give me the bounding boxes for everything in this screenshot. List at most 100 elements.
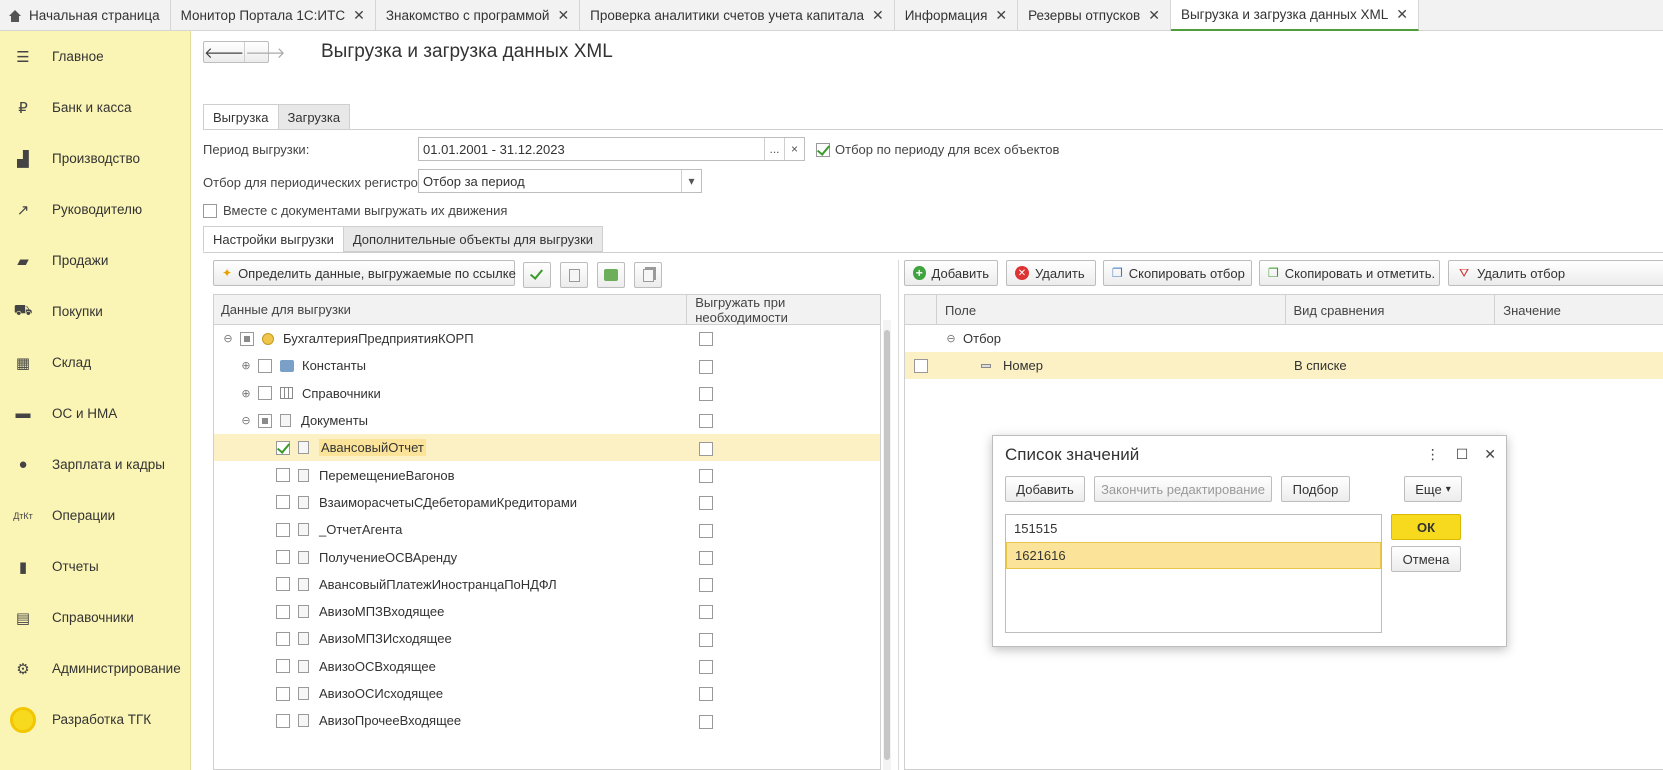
close-icon[interactable]: ✕: [872, 7, 884, 24]
sidebar-item-purchases[interactable]: ⛟ Покупки: [0, 286, 190, 337]
expand-icon[interactable]: ⊕: [240, 359, 252, 372]
check-selected-button[interactable]: [597, 262, 625, 288]
tab-its-monitor[interactable]: Монитор Портала 1С:ИТС ✕: [171, 0, 376, 31]
tab-capital-check[interactable]: Проверка аналитики счетов учета капитала…: [580, 0, 895, 31]
export-if-needed-checkbox[interactable]: [699, 578, 713, 593]
expand-icon[interactable]: ⊕: [240, 387, 252, 400]
table-row[interactable]: ⊖ Документы: [214, 407, 880, 434]
table-row[interactable]: АвансовыйОтчет: [214, 434, 880, 462]
export-if-needed-checkbox[interactable]: [699, 550, 713, 565]
row-checkbox[interactable]: [276, 604, 290, 619]
export-if-needed-checkbox[interactable]: [699, 332, 713, 347]
close-icon[interactable]: ✕: [557, 7, 569, 24]
finish-editing-button[interactable]: Закончить редактирование: [1094, 476, 1272, 502]
filter-row[interactable]: Номер В списке: [905, 352, 1663, 379]
period-all-checkbox[interactable]: Отбор по периоду для всех объектов: [816, 142, 1059, 157]
table-row[interactable]: _ОтчетАгента: [214, 516, 880, 543]
sidebar-item-main[interactable]: ☰ Главное: [0, 31, 190, 82]
back-arrow-icon[interactable]: 🡐: [204, 42, 244, 62]
close-icon[interactable]: ✕: [1396, 6, 1408, 23]
sidebar-item-production[interactable]: ▟ Производство: [0, 133, 190, 184]
row-checkbox[interactable]: [276, 631, 290, 646]
export-if-needed-checkbox[interactable]: [699, 659, 713, 674]
tab-export-settings[interactable]: Настройки выгрузки: [203, 226, 344, 252]
list-item[interactable]: 151515: [1006, 515, 1381, 542]
add-filter-button[interactable]: + Добавить: [904, 260, 998, 286]
clear-icon[interactable]: ×: [784, 138, 804, 160]
row-checkbox[interactable]: [276, 713, 290, 728]
forward-arrow-icon[interactable]: 🡒: [244, 42, 285, 62]
export-if-needed-checkbox[interactable]: [699, 523, 713, 538]
filter-group-row[interactable]: ⊖ Отбор: [905, 325, 1663, 352]
table-row[interactable]: ВзаиморасчетыСДебеторамиКредиторами: [214, 489, 880, 516]
export-if-needed-checkbox[interactable]: [699, 387, 713, 402]
export-if-needed-checkbox[interactable]: [699, 359, 713, 374]
registers-select[interactable]: Отбор за период ▾: [418, 169, 702, 193]
tab-xml-exchange[interactable]: Выгрузка и загрузка данных XML ✕: [1170, 0, 1419, 31]
table-row[interactable]: ПолучениеОСВАренду: [214, 543, 880, 570]
close-icon[interactable]: ✕: [353, 7, 365, 24]
row-checkbox[interactable]: [240, 331, 254, 346]
table-row[interactable]: ПеремещениеВагонов: [214, 461, 880, 488]
pick-button[interactable]: Подбор: [1281, 476, 1350, 502]
cancel-button[interactable]: Отмена: [1391, 546, 1461, 572]
checkbox-icon[interactable]: [914, 358, 928, 373]
row-checkbox[interactable]: [258, 413, 272, 428]
remove-filter-button[interactable]: ⛛ Удалить отбор: [1448, 260, 1663, 286]
table-row[interactable]: АвизоПрочееВходящее: [214, 707, 880, 734]
export-if-needed-checkbox[interactable]: [699, 687, 713, 702]
sidebar-item-fixed-assets[interactable]: ▬ ОС и НМА: [0, 388, 190, 439]
row-checkbox[interactable]: [276, 440, 290, 455]
sidebar-item-catalogs[interactable]: ▤ Справочники: [0, 592, 190, 643]
sidebar-item-sales[interactable]: ▰ Продажи: [0, 235, 190, 286]
row-checkbox[interactable]: [276, 468, 290, 483]
table-row[interactable]: АвансовыйПлатежИностранцаПоНДФЛ: [214, 571, 880, 598]
row-checkbox[interactable]: [276, 659, 290, 674]
uncheck-selected-button[interactable]: [634, 262, 662, 288]
uncheck-all-button[interactable]: [560, 262, 588, 288]
sidebar-item-manager[interactable]: ↗ Руководителю: [0, 184, 190, 235]
define-by-ref-button[interactable]: ✦ Определить данные, выгружаемые по ссыл…: [213, 260, 516, 286]
collapse-icon[interactable]: ⊖: [240, 414, 252, 427]
movements-checkbox[interactable]: Вместе с документами выгружать их движен…: [203, 203, 507, 218]
copy-and-mark-button[interactable]: ❐ Скопировать и отметить.: [1259, 260, 1440, 286]
export-if-needed-checkbox[interactable]: [699, 714, 713, 729]
tab-export[interactable]: Выгрузка: [203, 104, 279, 130]
export-if-needed-checkbox[interactable]: [699, 632, 713, 647]
chevron-down-icon[interactable]: ▾: [681, 170, 701, 192]
collapse-icon[interactable]: ⊖: [222, 332, 234, 345]
splitter[interactable]: [898, 260, 899, 770]
close-icon[interactable]: ✕: [1148, 7, 1160, 24]
row-checkbox[interactable]: [258, 358, 272, 373]
export-if-needed-checkbox[interactable]: [699, 605, 713, 620]
table-row[interactable]: ⊕ Справочники: [214, 380, 880, 407]
export-if-needed-checkbox[interactable]: [699, 414, 713, 429]
tab-home[interactable]: Начальная страница: [0, 0, 171, 31]
row-checkbox[interactable]: [276, 686, 290, 701]
table-row[interactable]: АвизоМПЗВходящее: [214, 598, 880, 625]
more-vert-icon[interactable]: ⋮: [1426, 446, 1440, 463]
sidebar-item-bank[interactable]: ₽ Банк и касса: [0, 82, 190, 133]
sidebar-item-salary[interactable]: ● Зарплата и кадры: [0, 439, 190, 490]
delete-filter-button[interactable]: ✕ Удалить: [1006, 260, 1096, 286]
tab-info[interactable]: Информация ✕: [895, 0, 1019, 31]
period-field[interactable]: 01.01.2001 - 31.12.2023 ... ×: [418, 137, 805, 161]
table-row[interactable]: ⊕ Константы: [214, 352, 880, 379]
check-all-button[interactable]: [523, 262, 551, 288]
more-button[interactable]: Еще ▾: [1404, 476, 1462, 502]
comparison-value[interactable]: В списке: [1286, 358, 1496, 373]
ellipsis-icon[interactable]: ...: [764, 138, 784, 160]
table-row[interactable]: АвизоОСИсходящее: [214, 680, 880, 707]
tab-intro[interactable]: Знакомство с программой ✕: [376, 0, 581, 31]
list-item[interactable]: 1621616: [1006, 542, 1381, 569]
dialog-add-button[interactable]: Добавить: [1005, 476, 1085, 502]
sidebar-item-warehouse[interactable]: ▦ Склад: [0, 337, 190, 388]
row-checkbox[interactable]: [276, 577, 290, 592]
row-checkbox[interactable]: [276, 522, 290, 537]
copy-filter-button[interactable]: ❐ Скопировать отбор: [1103, 260, 1252, 286]
export-if-needed-checkbox[interactable]: [699, 496, 713, 511]
sidebar-item-tgk[interactable]: Разработка ТГК: [0, 694, 190, 745]
export-if-needed-checkbox[interactable]: [699, 468, 713, 483]
row-checkbox[interactable]: [258, 386, 272, 401]
close-icon[interactable]: ✕: [995, 7, 1007, 24]
